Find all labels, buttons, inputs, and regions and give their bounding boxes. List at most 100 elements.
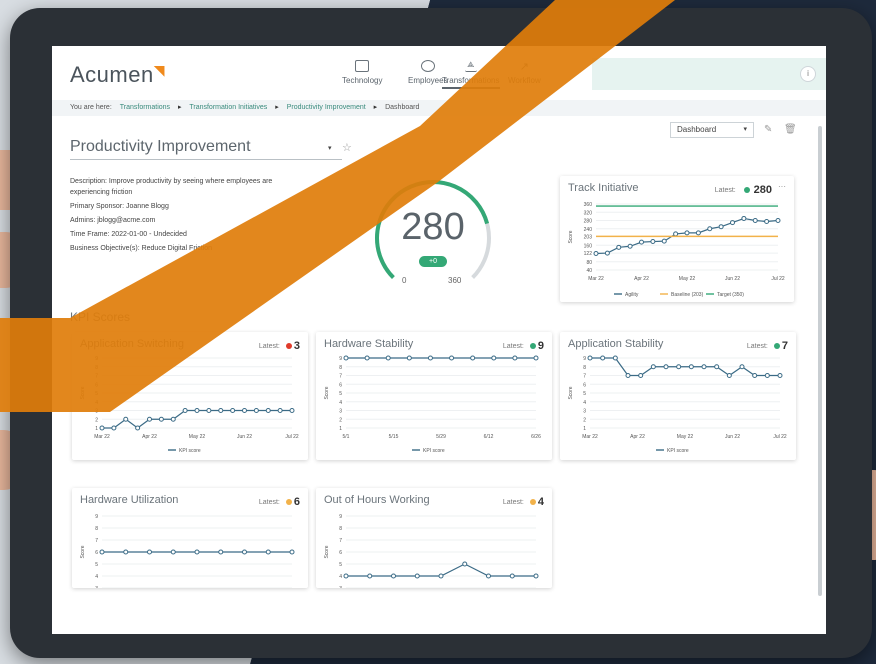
data-point — [741, 215, 747, 221]
y-tick-label: 7 — [339, 538, 342, 544]
chevron-down-icon[interactable]: ▾ — [328, 144, 332, 152]
data-point — [701, 364, 707, 370]
data-point — [600, 355, 606, 361]
x-tick-label: Mar 22 — [582, 434, 598, 440]
data-point — [343, 573, 349, 579]
trash-icon[interactable]: 🗑 — [784, 124, 797, 135]
x-tick-label: May 22 — [679, 276, 696, 282]
x-tick-label: 6/26 — [531, 434, 541, 440]
y-tick-label: 4 — [95, 400, 98, 406]
y-tick-label: 2 — [339, 417, 342, 423]
data-point — [616, 244, 622, 250]
data-point — [343, 355, 349, 361]
data-point — [170, 416, 176, 422]
data-point — [663, 364, 669, 370]
kpi-card-hardware-stability: Hardware Stability Latest: 9 1 2 3 4 5 6 7 8 9 Sco… — [316, 332, 552, 460]
kpi-chart: 3 4 5 6 7 8 9 Score — [80, 514, 295, 588]
logo-text: Acumen — [70, 62, 154, 87]
y-tick-label: 160 — [584, 243, 593, 249]
data-point — [684, 230, 690, 236]
initiative-title-select[interactable]: Productivity Improvement — [70, 138, 342, 160]
admins-text: Admins: jblogg@acme.com — [70, 217, 156, 224]
transform-icon: ⟁ — [464, 60, 477, 72]
y-tick-label: 4 — [95, 574, 98, 580]
data-point — [99, 425, 105, 431]
y-tick-label: 122 — [584, 251, 593, 257]
y-tick-label: 1 — [339, 426, 342, 432]
data-point — [673, 231, 679, 237]
kpi-card-hardware-utilization: Hardware Utilization Latest:6 3456789Sco… — [72, 488, 308, 588]
breadcrumb: You are here: Transformations ▸ Transfor… — [52, 100, 826, 116]
data-point — [242, 549, 247, 555]
y-tick-label: 1 — [95, 426, 98, 432]
x-tick-label: 5/29 — [436, 434, 446, 440]
y-tick-label: 8 — [339, 365, 342, 371]
data-point — [265, 408, 271, 413]
avatar[interactable]: i — [800, 66, 816, 82]
y-tick-label: 6 — [339, 550, 342, 556]
logo-mark-icon: ◥ — [153, 62, 165, 78]
nav-technology[interactable]: Technology — [342, 60, 382, 85]
data-point — [147, 416, 152, 422]
data-point — [170, 549, 176, 555]
breadcrumb-link[interactable]: Transformation Initiatives — [189, 104, 267, 111]
edit-icon[interactable]: ✎ — [764, 124, 772, 135]
y-tick-label: 9 — [583, 356, 586, 362]
data-point — [438, 573, 444, 579]
y-tick-label: 8 — [583, 365, 586, 371]
target-icon — [420, 60, 435, 72]
data-point — [135, 425, 141, 431]
breadcrumb-link[interactable]: Transformations — [120, 104, 170, 111]
data-point — [123, 416, 129, 422]
data-point — [612, 355, 618, 361]
data-point — [604, 250, 610, 256]
app-logo[interactable]: Acumen◥ — [70, 62, 165, 88]
dashboard-select-value: Dashboard — [677, 125, 717, 134]
track-initiative-card: Track Initiative Latest: 280 ··· 40 80 122… — [560, 176, 794, 302]
y-tick-label: 5 — [95, 391, 98, 397]
y-tick-label: 9 — [339, 356, 342, 362]
kpi-card-out-of-hours-working: Out of Hours Working Latest:4 3456789Sco… — [316, 488, 552, 588]
photo-scene: Acumen◥ Technology Employees ⟁ Transform… — [0, 0, 876, 664]
scrollbar[interactable] — [818, 126, 822, 596]
chevron-down-icon: ▾ — [743, 126, 747, 133]
breadcrumb-link[interactable]: Productivity Improvement — [287, 104, 366, 111]
x-tick-label: Jun 22 — [237, 434, 252, 440]
y-tick-label: 3 — [95, 409, 98, 415]
nav-workflow[interactable]: ↗ Workflow — [508, 60, 541, 85]
x-tick-label: Apr 22 — [142, 434, 157, 440]
x-tick-label: May 22 — [189, 434, 206, 440]
y-tick-label: 5 — [583, 391, 586, 397]
y-tick-label: 5 — [339, 562, 342, 568]
data-point — [775, 218, 781, 223]
y-tick-label: 6 — [339, 382, 342, 388]
y-tick-label: 8 — [95, 365, 98, 371]
star-icon[interactable]: ☆ — [342, 141, 352, 154]
chart-icon — [355, 60, 370, 72]
data-point — [406, 355, 412, 361]
data-point — [230, 408, 236, 413]
initiative-details: Description: Improve productivity by see… — [70, 176, 290, 254]
data-point — [730, 220, 735, 226]
y-tick-label: 7 — [95, 538, 98, 544]
y-tick-label: 6 — [583, 382, 586, 388]
nav-label: Workflow — [508, 76, 541, 85]
kpi-chart: 1 2 3 4 5 6 7 8 9 Score Mar 22 Apr 22 May 22 Jun 22 Ju… — [80, 356, 299, 454]
x-tick-label: Jun 22 — [725, 434, 740, 440]
data-point — [289, 408, 295, 413]
legend-label: Agility — [625, 292, 639, 298]
objectives-text: Business Objective(s): Reduce Digital Fr… — [70, 245, 212, 252]
y-tick-label: 7 — [95, 374, 98, 380]
dashboard-select[interactable]: Dashboard ▾ — [670, 122, 754, 138]
nav-transformations[interactable]: ⟁ Transformations — [442, 60, 500, 89]
data-point — [676, 364, 682, 370]
kpi-section-title: KPI Scores — [70, 310, 131, 324]
kpi-chart: 1 2 3 4 5 6 7 8 9 Score 5/1 5/15 5/29 6/12 6/26 KPI sco… — [324, 355, 541, 454]
y-tick-label: 6 — [95, 382, 98, 388]
x-tick-label: Jul 22 — [773, 434, 787, 440]
legend-label: KPI score — [667, 448, 689, 454]
y-tick-label: 3 — [339, 586, 342, 588]
data-point — [367, 573, 373, 579]
timeframe-text: Time Frame: 2022-01-00 - Undecided — [70, 231, 187, 238]
header-band — [592, 58, 826, 90]
